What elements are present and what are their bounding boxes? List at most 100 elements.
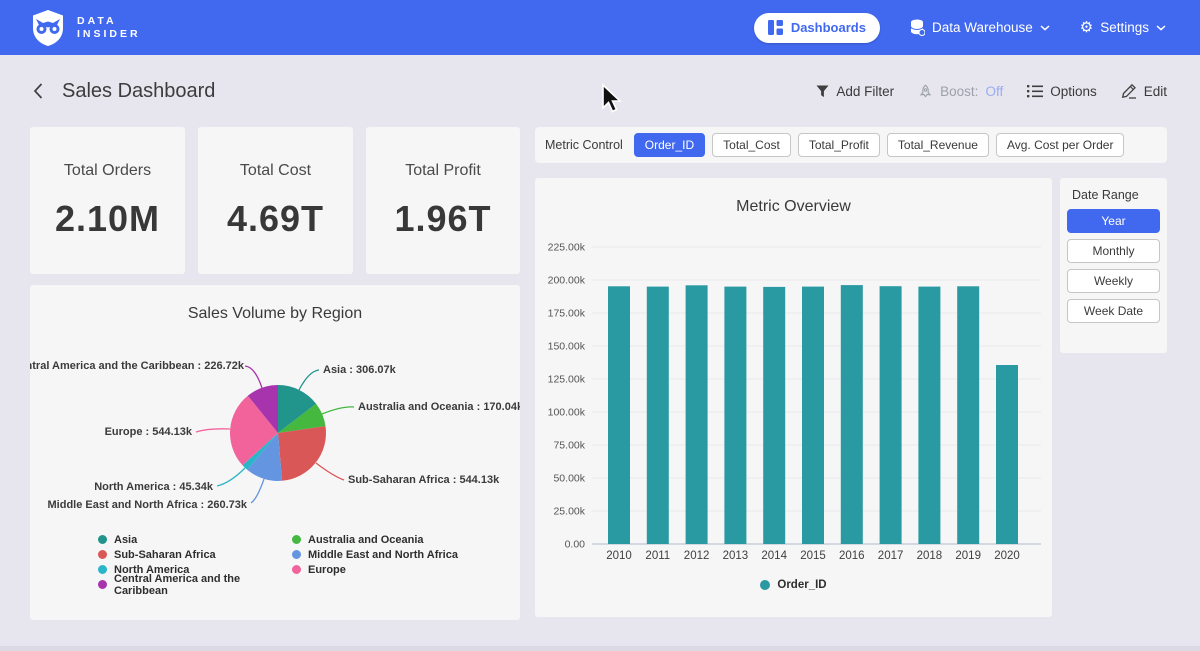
pie-label-central-america-and-the-caribbean: Central America and the Caribbean : 226.…	[30, 360, 245, 372]
legend-item-middle-east-and-north-africa[interactable]: Middle East and North Africa	[292, 547, 486, 562]
options-label: Options	[1050, 84, 1097, 99]
kpi-card-total-cost: Total Cost 4.69T	[198, 127, 353, 274]
subheader-actions: Add Filter Boost: Off Options	[816, 83, 1167, 99]
boost-toggle[interactable]: Boost: Off	[918, 84, 1003, 99]
legend-item-central-america-and-the-caribbean[interactable]: Central America and the Caribbean	[98, 577, 292, 592]
x-axis-tick: 2019	[955, 550, 981, 562]
pie-slice-sub-saharan-africa[interactable]	[278, 426, 326, 481]
x-axis-tick: 2018	[917, 550, 943, 562]
chevron-down-icon	[1156, 25, 1166, 31]
settings-label: Settings	[1100, 20, 1149, 35]
edit-button[interactable]: Edit	[1121, 83, 1167, 99]
pie-leader-line	[245, 366, 262, 388]
date-range-button-weekly[interactable]: Weekly	[1067, 269, 1160, 293]
y-axis-tick: 225.00k	[548, 242, 586, 254]
x-axis-tick: 2014	[761, 550, 787, 562]
options-button[interactable]: Options	[1027, 84, 1097, 99]
page-title: Sales Dashboard	[62, 80, 215, 103]
metric-control-label: Metric Control	[545, 138, 623, 152]
pie-leader-line	[322, 407, 354, 414]
legend-dot	[98, 535, 107, 544]
bar-2011[interactable]	[647, 287, 669, 544]
legend-label: Order_ID	[777, 579, 826, 591]
settings-menu[interactable]: ⚙ Settings	[1080, 20, 1166, 35]
bar-2012[interactable]	[686, 285, 708, 544]
top-nav: DATA INSIDER Dashboards D	[0, 0, 1200, 55]
legend-item-australia-and-oceania[interactable]: Australia and Oceania	[292, 532, 486, 547]
x-axis-tick: 2010	[606, 550, 632, 562]
dashboards-icon	[768, 20, 783, 35]
bar-2014[interactable]	[763, 287, 785, 544]
kpi-value: 4.69T	[227, 198, 324, 240]
back-button[interactable]	[30, 80, 46, 102]
legend-label: Europe	[308, 564, 346, 576]
legend-item-europe[interactable]: Europe	[292, 562, 486, 577]
data-warehouse-menu[interactable]: Data Warehouse	[910, 19, 1050, 36]
legend-dot	[292, 565, 301, 574]
filter-icon	[816, 85, 829, 98]
bar-chart-title: Metric Overview	[535, 198, 1052, 216]
date-range-card: Date Range YearMonthlyWeeklyWeek Date	[1060, 178, 1167, 353]
pie-label-north-america: North America : 45.34k	[94, 481, 214, 493]
database-icon	[910, 19, 925, 36]
legend-label: Central America and the Caribbean	[114, 573, 292, 597]
bar-2018[interactable]	[918, 287, 940, 544]
dashboards-button[interactable]: Dashboards	[754, 13, 880, 43]
kpi-label: Total Orders	[64, 162, 151, 180]
y-axis-tick: 150.00k	[548, 341, 586, 353]
brand[interactable]: DATA INSIDER	[30, 9, 141, 47]
metric-control-bar: Metric Control Order_ID Total_Cost Total_P…	[535, 127, 1167, 163]
legend-item-asia[interactable]: Asia	[98, 532, 292, 547]
boost-value: Off	[985, 84, 1003, 99]
bar-2013[interactable]	[724, 287, 746, 544]
bar-2010[interactable]	[608, 286, 630, 544]
x-axis-tick: 2013	[723, 550, 749, 562]
chevron-down-icon	[1040, 25, 1050, 31]
brand-line-2: INSIDER	[77, 28, 141, 41]
pie-label-middle-east-and-north-africa: Middle East and North Africa : 260.73k	[48, 499, 248, 511]
y-axis-tick: 25.00k	[553, 506, 585, 518]
kpi-card-total-profit: Total Profit 1.96T	[366, 127, 520, 274]
pie-leader-line	[316, 463, 344, 480]
date-range-button-week-date[interactable]: Week Date	[1067, 299, 1160, 323]
x-axis-tick: 2015	[800, 550, 826, 562]
x-axis-tick: 2020	[994, 550, 1020, 562]
legend-dot	[98, 565, 107, 574]
metric-button-total-revenue[interactable]: Total_Revenue	[887, 133, 989, 157]
gear-icon: ⚙	[1080, 20, 1093, 35]
kpi-value: 2.10M	[55, 198, 160, 240]
legend-column: AsiaSub-Saharan AfricaNorth AmericaCentr…	[98, 532, 292, 592]
legend-label: Middle East and North Africa	[308, 549, 458, 561]
date-range-button-year[interactable]: Year	[1067, 209, 1160, 233]
kpi-label: Total Profit	[405, 162, 481, 180]
y-axis-tick: 175.00k	[548, 308, 586, 320]
metric-control-buttons: Order_ID Total_Cost Total_Profit Total_Reve…	[634, 133, 1125, 157]
bar-2019[interactable]	[957, 286, 979, 544]
pie-label-australia-and-oceania: Australia and Oceania : 170.04k	[358, 401, 520, 413]
x-axis-tick: 2016	[839, 550, 865, 562]
legend-item-sub-saharan-africa[interactable]: Sub-Saharan Africa	[98, 547, 292, 562]
metric-button-order-id[interactable]: Order_ID	[634, 133, 705, 157]
edit-label: Edit	[1144, 84, 1167, 99]
add-filter-button[interactable]: Add Filter	[816, 84, 894, 99]
bar-2020[interactable]	[996, 365, 1018, 544]
pie-label-asia: Asia : 306.07k	[323, 364, 397, 376]
pie-leader-line	[251, 479, 264, 503]
pie-leader-line	[299, 370, 319, 390]
bar-2015[interactable]	[802, 287, 824, 544]
metric-button-total-profit[interactable]: Total_Profit	[798, 133, 880, 157]
pie-chart-card: Asia : 306.07k Australia and Oceania : 17…	[30, 285, 520, 620]
date-range-button-monthly[interactable]: Monthly	[1067, 239, 1160, 263]
options-list-icon	[1027, 84, 1043, 98]
metric-button-total-cost[interactable]: Total_Cost	[712, 133, 791, 157]
bar-2017[interactable]	[880, 286, 902, 544]
kpi-card-total-orders: Total Orders 2.10M	[30, 127, 185, 274]
pie-legend: AsiaSub-Saharan AfricaNorth AmericaCentr…	[98, 532, 486, 592]
brand-text: DATA INSIDER	[77, 15, 141, 41]
bar-2016[interactable]	[841, 285, 863, 544]
legend-label: Australia and Oceania	[308, 534, 424, 546]
pie-chart-title: Sales Volume by Region	[30, 305, 520, 323]
metric-button-avg-cost-per-order[interactable]: Avg. Cost per Order	[996, 133, 1125, 157]
app-root: DATA INSIDER Dashboards D	[0, 0, 1200, 651]
legend-label: Sub-Saharan Africa	[114, 549, 216, 561]
